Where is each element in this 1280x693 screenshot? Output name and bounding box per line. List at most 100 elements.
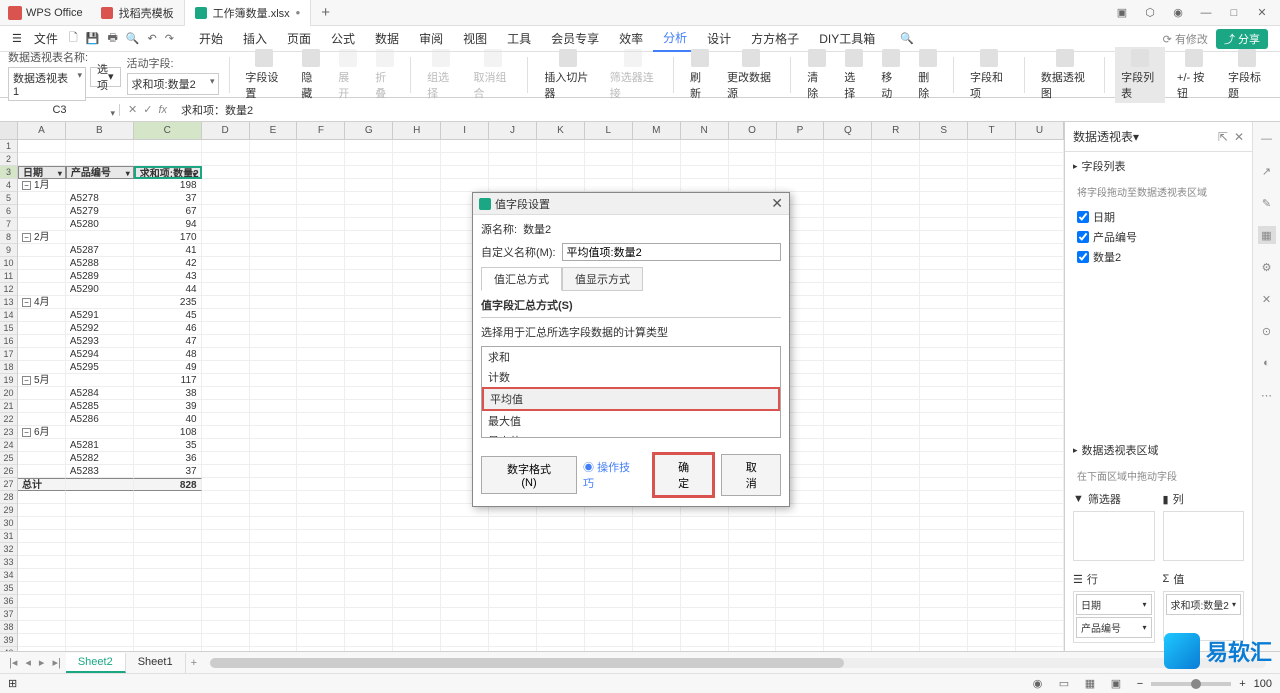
cell[interactable] [729,140,777,153]
cell[interactable] [393,465,441,478]
cell[interactable] [1016,283,1064,296]
cell[interactable]: A5284 [66,387,134,400]
cell[interactable] [585,140,633,153]
cell[interactable] [968,322,1016,335]
sheet-tab[interactable]: Sheet2 [66,653,126,673]
cell[interactable] [202,205,250,218]
cell[interactable] [250,517,298,530]
row-header[interactable]: 29 [0,504,18,517]
cell[interactable] [681,621,729,634]
cell[interactable] [920,322,968,335]
cell[interactable] [441,153,489,166]
cell[interactable] [393,296,441,309]
tips-link[interactable]: ◉ 操作技巧 [583,459,640,491]
cell[interactable] [872,595,920,608]
zoom-value[interactable]: 100 [1254,678,1272,690]
rail-help-icon[interactable]: ◐ [1258,354,1276,372]
cell[interactable] [393,218,441,231]
cell[interactable] [345,465,393,478]
cell[interactable] [776,556,824,569]
cell[interactable] [250,153,298,166]
cell[interactable] [824,647,872,651]
col-header-F[interactable]: F [297,122,345,139]
cell[interactable] [66,478,134,491]
cell[interactable]: 40 [134,413,202,426]
cell[interactable] [250,322,298,335]
field-headers-button[interactable]: 字段标题 [1222,47,1272,103]
cell[interactable] [250,335,298,348]
calc-option[interactable]: 最大值 [482,411,780,431]
cell[interactable] [633,634,681,647]
cell[interactable] [633,179,681,192]
cell[interactable] [345,192,393,205]
cell[interactable]: 117 [134,374,202,387]
rail-style-icon[interactable]: ✎ [1258,194,1276,212]
cell[interactable] [393,478,441,491]
cell[interactable] [537,647,585,651]
row-header[interactable]: 30 [0,517,18,530]
col-area[interactable] [1163,511,1245,561]
field-checkbox[interactable] [1077,211,1089,223]
field-checkbox[interactable] [1077,251,1089,263]
row-header[interactable]: 26 [0,465,18,478]
cell[interactable]: 43 [134,270,202,283]
cell[interactable]: A5295 [66,361,134,374]
cell[interactable] [968,257,1016,270]
cell[interactable] [18,309,66,322]
cell[interactable] [968,205,1016,218]
insert-slicer-button[interactable]: 插入切片器 [538,47,597,103]
cell[interactable] [824,335,872,348]
cell[interactable] [872,465,920,478]
row-header[interactable]: 1 [0,140,18,153]
cell[interactable] [134,556,202,569]
cell[interactable] [824,569,872,582]
collapse-icon[interactable]: − [22,298,31,307]
formula-input[interactable]: 求和项：数量2 [175,102,1280,118]
cell[interactable] [250,283,298,296]
cell[interactable] [872,374,920,387]
cell[interactable] [202,257,250,270]
fields-section-title[interactable]: 字段列表 [1065,152,1252,180]
cell[interactable] [872,530,920,543]
cell[interactable] [537,166,585,179]
col-header-S[interactable]: S [920,122,968,139]
cell[interactable] [824,218,872,231]
col-header-D[interactable]: D [202,122,250,139]
cell[interactable] [872,634,920,647]
cell[interactable] [968,478,1016,491]
cell[interactable] [872,556,920,569]
cell[interactable] [489,647,537,651]
cell[interactable] [250,205,298,218]
cell[interactable] [681,530,729,543]
cell[interactable] [824,361,872,374]
cell[interactable] [872,504,920,517]
cell[interactable] [66,140,134,153]
cell[interactable] [441,595,489,608]
cell[interactable] [872,647,920,651]
cell[interactable] [681,608,729,621]
row-header[interactable]: 5 [0,192,18,205]
plusminus-button[interactable]: +/- 按钮 [1171,47,1216,103]
row-area[interactable]: 日期产品编号 [1073,591,1155,643]
cell[interactable] [1016,647,1064,651]
cell[interactable] [968,647,1016,651]
cell[interactable] [489,634,537,647]
cell[interactable] [18,153,66,166]
cell[interactable] [18,270,66,283]
cell[interactable] [872,452,920,465]
cell[interactable] [18,439,66,452]
cell[interactable] [250,556,298,569]
cell[interactable]: 198 [134,179,202,192]
row-header[interactable]: 38 [0,621,18,634]
cell[interactable] [441,647,489,651]
cell[interactable]: 37 [134,465,202,478]
cell[interactable]: A5281 [66,439,134,452]
cell[interactable] [633,569,681,582]
cell[interactable] [537,556,585,569]
cell[interactable] [297,465,345,478]
cell[interactable] [250,426,298,439]
cell[interactable] [968,218,1016,231]
cell[interactable] [776,140,824,153]
cell[interactable] [968,387,1016,400]
cell[interactable] [345,218,393,231]
